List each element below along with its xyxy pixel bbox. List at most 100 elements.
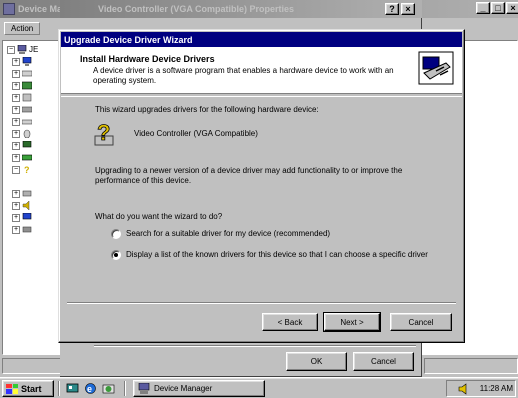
properties-title: Video Controller (VGA Compatible) Proper… (98, 4, 295, 14)
tree-item[interactable]: + (12, 92, 32, 103)
tree-item[interactable]: + (12, 116, 32, 127)
tree-item[interactable]: + (12, 68, 32, 79)
device-name: Video Controller (VGA Compatible) (134, 129, 258, 138)
usb-icon (22, 226, 32, 233)
system-tray: 11:28 AM (446, 380, 516, 397)
start-label: Start (21, 383, 42, 394)
maximize-button[interactable]: □ (491, 2, 505, 14)
radio-display-list[interactable]: Display a list of the known drivers for … (111, 250, 431, 260)
question-icon: ? (24, 165, 30, 174)
window-controls: _ □ × (476, 2, 518, 14)
tree-item[interactable]: + (12, 128, 32, 139)
computer-icon (22, 57, 32, 66)
expand-icon[interactable]: + (12, 189, 20, 198)
properties-cancel-button[interactable]: Cancel (353, 352, 414, 371)
radio-button-selected[interactable] (111, 250, 121, 260)
radio-button[interactable] (111, 229, 121, 239)
expand-icon[interactable]: + (12, 141, 20, 150)
keyboard-icon (22, 119, 32, 125)
back-button[interactable]: < Back (262, 313, 318, 331)
svg-text:?: ? (97, 120, 110, 145)
expand-icon[interactable]: + (12, 93, 20, 102)
divider (61, 95, 462, 97)
svg-text:e: e (87, 384, 92, 394)
disk-drive-icon (22, 70, 32, 77)
radio-search-driver[interactable]: Search for a suitable driver for my devi… (111, 229, 330, 239)
floppy-icon (22, 93, 32, 102)
expand-icon[interactable]: + (12, 117, 20, 126)
divider (94, 345, 416, 347)
sound-icon (22, 201, 30, 210)
upgrade-driver-wizard: Upgrade Device Driver Wizard Install Har… (58, 29, 465, 343)
port-icon (22, 190, 32, 197)
computer-icon (17, 45, 27, 54)
properties-close-button[interactable]: × (401, 3, 415, 15)
hardware-wizard-icon (418, 51, 454, 85)
wizard-title: Upgrade Device Driver Wizard (64, 34, 193, 45)
expand-icon[interactable]: + (12, 153, 20, 162)
wizard-intro-text: This wizard upgrades drivers for the fol… (95, 105, 319, 114)
monitor-icon (22, 141, 32, 148)
taskbar: Start e Device Manager 11:28 AM (0, 377, 518, 398)
radio-list-label: Display a list of the known drivers for … (126, 250, 428, 259)
start-button[interactable]: Start (2, 380, 54, 397)
expand-icon[interactable]: + (12, 69, 20, 78)
windows-logo-icon (6, 383, 18, 394)
expand-icon[interactable]: + (12, 129, 20, 138)
expand-icon[interactable]: + (12, 57, 20, 66)
expand-icon[interactable]: + (12, 225, 20, 234)
tree-item[interactable]: + (12, 140, 32, 151)
expand-icon[interactable]: + (12, 105, 20, 114)
collapse-icon[interactable]: − (7, 45, 15, 54)
svg-text:?: ? (24, 165, 30, 174)
clock[interactable]: 11:28 AM (480, 384, 513, 393)
divider (58, 381, 60, 396)
system-device-icon (22, 213, 32, 220)
divider (124, 381, 126, 396)
tree-item[interactable]: −? (12, 164, 32, 175)
properties-titlebar[interactable]: Video Controller (VGA Compatible) Proper… (60, 0, 422, 18)
tree-item[interactable]: + (12, 212, 32, 223)
radio-search-label: Search for a suitable driver for my devi… (126, 229, 331, 238)
minimize-button[interactable]: _ (476, 2, 490, 14)
wizard-titlebar[interactable]: Upgrade Device Driver Wizard (61, 32, 462, 47)
collapse-icon[interactable]: − (12, 165, 20, 174)
tree-item[interactable]: + (12, 224, 32, 235)
upgrade-description: Upgrading to a newer version of a device… (95, 166, 403, 185)
status-pane (424, 358, 518, 374)
wizard-header-title: Install Hardware Device Drivers (80, 54, 215, 64)
taskbar-device-manager[interactable]: Device Manager (133, 380, 265, 397)
ok-button[interactable]: OK (286, 352, 347, 371)
tree-item[interactable]: + (12, 188, 32, 199)
expand-icon[interactable]: + (12, 201, 20, 210)
tree-item[interactable]: + (12, 200, 32, 211)
tree-root[interactable]: − JE (7, 44, 38, 55)
menu-action[interactable]: Action (4, 21, 41, 35)
wizard-question: What do you want the wizard to do? (95, 212, 223, 221)
close-button[interactable]: × (506, 2, 518, 14)
wizard-header-subtitle: A device driver is a software program th… (93, 66, 394, 85)
question-device-icon: ? (94, 120, 114, 146)
wizard-header: Install Hardware Device Drivers A device… (61, 47, 462, 94)
mouse-icon (23, 129, 31, 138)
computer-icon (138, 383, 150, 394)
tree-item[interactable]: + (12, 80, 32, 91)
expand-icon[interactable]: + (12, 213, 20, 222)
speaker-icon[interactable] (458, 382, 470, 395)
taskbar-device-manager-label: Device Manager (154, 384, 213, 393)
computer-icon (3, 3, 15, 15)
divider (67, 302, 456, 304)
display-adapter-icon (22, 81, 32, 90)
help-button[interactable]: ? (385, 3, 399, 15)
wizard-cancel-button[interactable]: Cancel (390, 313, 452, 331)
ide-controller-icon (22, 106, 32, 113)
tree-root-label: JE (29, 45, 39, 54)
tree-item[interactable]: + (12, 56, 32, 67)
tree-item[interactable]: + (12, 152, 32, 163)
expand-icon[interactable]: + (12, 81, 20, 90)
outlook-express-icon[interactable] (102, 382, 115, 395)
desktop-icon[interactable] (66, 382, 79, 395)
next-button[interactable]: Next > (323, 312, 381, 332)
internet-explorer-icon[interactable]: e (84, 382, 97, 395)
tree-item[interactable]: + (12, 104, 32, 115)
